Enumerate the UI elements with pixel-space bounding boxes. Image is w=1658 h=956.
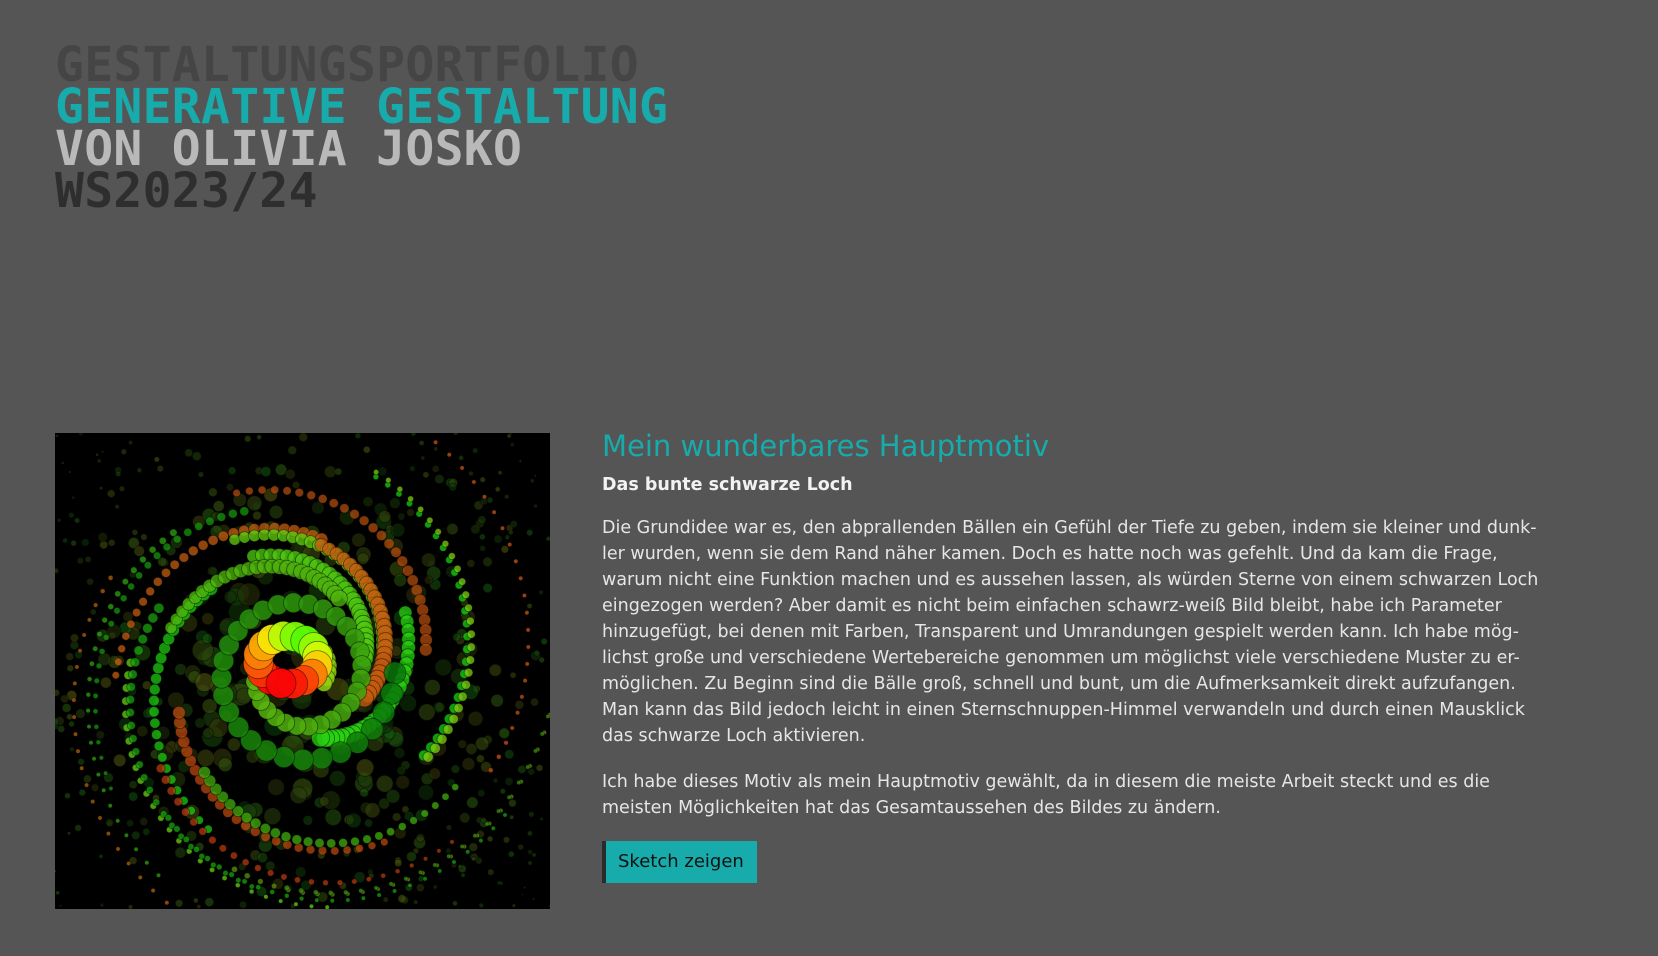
portfolio-header: GESTALTUNGSPORTFOLIO GENERATIVE GESTALTU… <box>55 41 668 215</box>
project-reason: Ich habe dieses Motiv als mein Hauptmoti… <box>602 769 1562 821</box>
project-description: Die Grundidee war es, den abprallenden B… <box>602 515 1562 749</box>
text-line: warum nicht eine Funktion machen und es … <box>602 570 1539 590</box>
text-line: das schwarze Loch aktivieren. <box>602 726 866 746</box>
text-line: meisten Möglichkeiten hat das Gesamtauss… <box>602 798 1221 818</box>
project-title: Mein wunderbares Hauptmotiv <box>602 429 1050 463</box>
black-hole-artwork <box>55 433 550 909</box>
show-sketch-button[interactable]: Sketch zeigen <box>602 841 757 883</box>
text-line: eingezogen werden? Aber damit es nicht b… <box>602 596 1502 616</box>
text-line: Man kann das Bild jedoch leicht in einen… <box>602 700 1525 720</box>
text-line: ler wurden, wenn sie dem Rand näher kame… <box>602 544 1498 564</box>
project-section: Mein wunderbares Hauptmotiv Das bunte sc… <box>602 424 1562 883</box>
text-line: möglichen. Zu Beginn sind die Bälle groß… <box>602 674 1516 694</box>
text-line: hinzugefügt, bei denen mit Farben, Trans… <box>602 622 1519 642</box>
text-line: Ich habe dieses Motiv als mein Hauptmoti… <box>602 772 1490 792</box>
text-line: Die Grundidee war es, den abprallenden B… <box>602 518 1537 538</box>
project-subtitle: Das bunte schwarze Loch <box>602 475 853 495</box>
artwork-preview-image <box>55 433 550 909</box>
text-line: lichst große und verschiedene Werteberei… <box>602 648 1520 668</box>
